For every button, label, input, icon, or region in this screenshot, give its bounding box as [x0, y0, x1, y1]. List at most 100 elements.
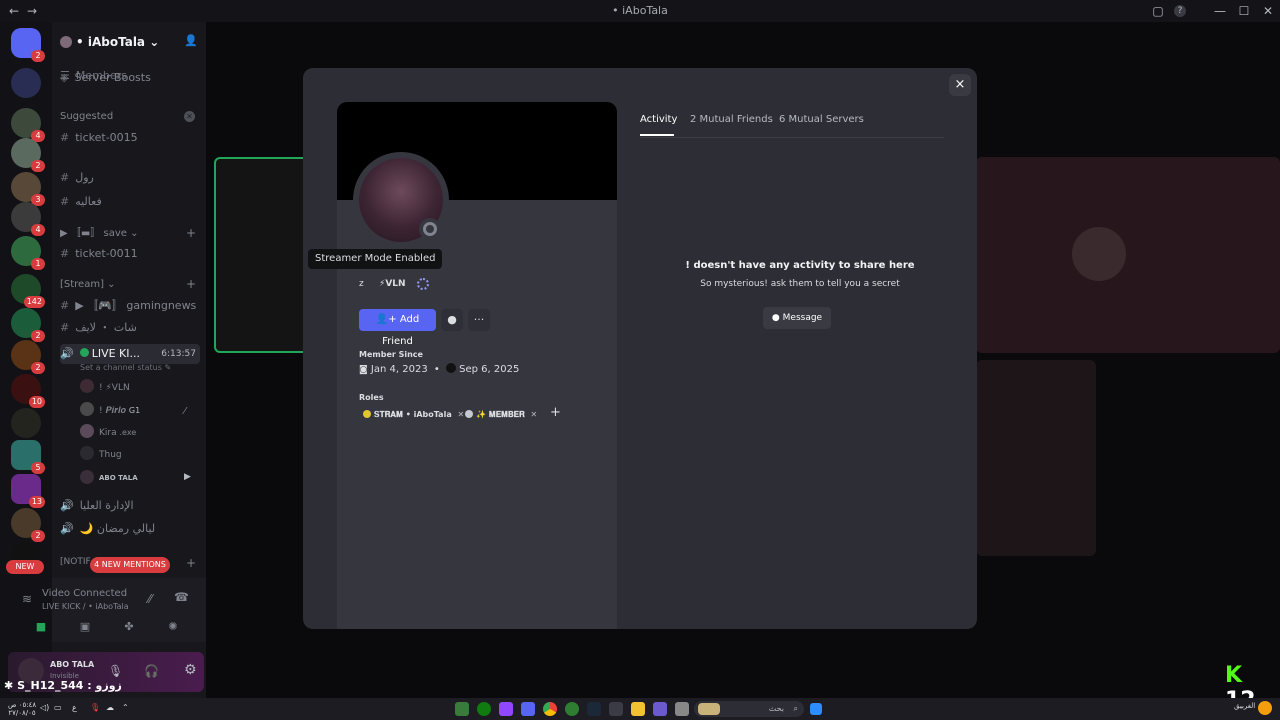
add-role-icon[interactable]: +: [550, 405, 561, 420]
discord-taskbar-icon[interactable]: [521, 702, 535, 716]
channel-rool[interactable]: # رول: [60, 168, 200, 188]
nitro-badge-icon[interactable]: [417, 278, 429, 290]
server-icon[interactable]: 3: [11, 172, 45, 206]
voice-channel-ramadan[interactable]: 🔊 🌙 ليالي رمضان: [60, 519, 200, 539]
channel-ticket-0015[interactable]: # ticket-0015: [60, 128, 200, 148]
server-icon[interactable]: 5: [11, 440, 45, 474]
server-icon[interactable]: 2: [11, 508, 45, 542]
server-icon[interactable]: 13: [11, 474, 45, 508]
soundboard-icon[interactable]: ✺: [158, 620, 188, 640]
dismiss-icon[interactable]: ✕: [184, 111, 195, 122]
tab-mutual-friends[interactable]: 2 Mutual Friends: [690, 114, 773, 125]
activity-icon[interactable]: ✤: [114, 620, 144, 640]
category-stream[interactable]: [Stream] ⌄: [60, 275, 200, 295]
server-icon[interactable]: 4: [11, 202, 45, 236]
add-friend-button[interactable]: 👤+ Add Friend: [359, 309, 436, 347]
server-icon[interactable]: 1: [11, 236, 45, 270]
more-options-button[interactable]: ···: [468, 309, 490, 331]
app-icon[interactable]: [565, 702, 579, 716]
taskbar-search[interactable]: بحث ⌕: [694, 701, 804, 717]
language-icon[interactable]: ع: [72, 703, 77, 712]
label: شات ・ لايف: [75, 321, 137, 334]
server-tag[interactable]: ⚡VLN: [379, 279, 406, 289]
server-icon[interactable]: 4: [11, 108, 45, 142]
tab-mutual-servers[interactable]: 6 Mutual Servers: [779, 114, 864, 125]
voice-channel-name[interactable]: LIVE KICK / • iAboTala: [42, 602, 129, 611]
xbox-icon[interactable]: [477, 702, 491, 716]
maximize-icon[interactable]: ☐: [1236, 3, 1252, 19]
remove-role-icon[interactable]: ✕: [458, 410, 465, 419]
noise-suppression-icon[interactable]: ⁄⁄: [148, 592, 152, 606]
video-icon[interactable]: ■: [26, 620, 56, 640]
tray-chevron-icon[interactable]: ⌃: [122, 703, 129, 712]
message-icon[interactable]: ●: [441, 309, 463, 331]
role-chip[interactable]: 𝐒𝐓𝐑𝐀𝐌 • iAboTala ✕: [363, 407, 464, 423]
screen-share-icon[interactable]: ▣: [70, 620, 100, 640]
network-icon[interactable]: ▭: [54, 703, 62, 712]
minimize-icon[interactable]: —: [1212, 3, 1228, 19]
add-channel-icon[interactable]: +: [186, 226, 196, 240]
add-channel-icon[interactable]: +: [186, 277, 196, 291]
video-tile[interactable]: [214, 157, 314, 353]
new-pill[interactable]: NEW: [6, 560, 44, 574]
voice-channel-admin[interactable]: 🔊 الإدارة العليا: [60, 496, 200, 516]
speaker-icon: 🔊: [60, 347, 74, 360]
tab-activity[interactable]: Activity: [640, 114, 677, 125]
video-tile[interactable]: [976, 360, 1096, 556]
mic-tray-icon[interactable]: 🎙: [90, 703, 100, 712]
server-name-header[interactable]: • iAboTala ⌄: [60, 32, 200, 52]
channel-activity[interactable]: # فعاليه: [60, 192, 200, 212]
chrome-icon[interactable]: [543, 702, 557, 716]
voice-user-abo-tala[interactable]: ABO TALA: [80, 468, 200, 488]
server-boosts-item[interactable]: ◈ Server Boosts: [60, 68, 200, 88]
disconnect-icon[interactable]: ☎: [174, 590, 189, 604]
mic-icon[interactable]: 🎙: [108, 664, 123, 678]
file-explorer-icon[interactable]: [631, 702, 645, 716]
twitch-icon[interactable]: [499, 702, 513, 716]
weather-icon[interactable]: [1258, 701, 1272, 715]
cloud-icon[interactable]: ☁: [106, 703, 114, 712]
server-icon[interactable]: 10: [11, 374, 45, 408]
new-mentions-pill[interactable]: 4 NEW MENTIONS: [90, 557, 170, 573]
home-button[interactable]: 2: [11, 28, 45, 62]
taskbar-clock[interactable]: ٠٥:٤٨ ص ٢٧/٠٨/٠٥: [8, 701, 36, 717]
channel-chat-live[interactable]: # شات ・ لايف: [60, 318, 200, 338]
server-icon[interactable]: 142: [11, 274, 45, 308]
steam-icon[interactable]: [587, 702, 601, 716]
avatar: [80, 470, 94, 484]
sound-icon[interactable]: ◁): [40, 703, 49, 712]
remove-role-icon[interactable]: ✕: [531, 410, 538, 419]
label: ticket-0011: [75, 247, 138, 260]
voice-user-thug[interactable]: Thug: [80, 445, 200, 465]
message-button[interactable]: ● Message: [763, 307, 831, 329]
set-channel-status[interactable]: Set a channel status ✎: [80, 358, 200, 378]
app-icon[interactable]: [455, 702, 469, 716]
app-icon[interactable]: [675, 702, 689, 716]
voice-user-pirlo[interactable]: ! 𝑷𝒊𝒓𝒍𝒐 G1: [80, 401, 200, 421]
voice-user-vln[interactable]: ! ⚡VLN: [80, 378, 200, 398]
server-icon[interactable]: 2: [11, 340, 45, 374]
close-modal-button[interactable]: ×: [949, 74, 971, 96]
server-icon[interactable]: 2: [11, 308, 45, 342]
inbox-icon[interactable]: ▢: [1150, 3, 1166, 19]
video-tile[interactable]: [976, 157, 1280, 353]
app-icon[interactable]: [653, 702, 667, 716]
server-icon[interactable]: 2: [11, 138, 45, 172]
server-icon[interactable]: [11, 68, 41, 98]
server-icon[interactable]: [11, 408, 41, 438]
windows-start-icon[interactable]: [810, 703, 822, 715]
settings-gear-icon[interactable]: ⚙: [184, 662, 197, 678]
invite-people-icon[interactable]: 👤: [184, 34, 198, 47]
store-icon[interactable]: [609, 702, 623, 716]
category-save[interactable]: ▶ 〚▬〛 save ⌄: [60, 224, 200, 244]
voice-user-kira[interactable]: Kira .exe: [80, 423, 200, 443]
hash-icon: #: [60, 131, 70, 144]
headphones-icon[interactable]: 🎧: [144, 664, 159, 678]
channel-gamingnews[interactable]: # ▶ 〚🎮〛 gamingnews: [60, 296, 200, 316]
add-channel-icon[interactable]: +: [186, 556, 196, 570]
server-icon: [445, 363, 456, 373]
role-chip[interactable]: ✨ 𝐌𝐄𝐌𝐁𝐄𝐑 ✕: [465, 407, 537, 423]
channel-ticket-0011[interactable]: # ticket-0011: [60, 244, 200, 264]
help-icon[interactable]: ?: [1174, 5, 1186, 17]
close-window-icon[interactable]: ✕: [1260, 3, 1276, 19]
